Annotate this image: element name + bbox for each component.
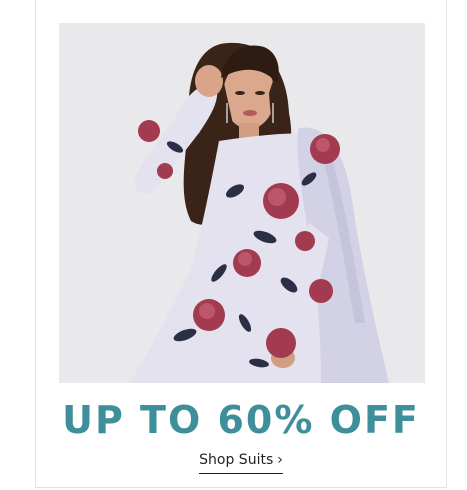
model-illustration: [59, 23, 425, 383]
chevron-right-icon: ›: [277, 452, 283, 468]
promo-headline: UP TO 60% OFF: [62, 398, 420, 442]
cta-wrapper: Shop Suits ›: [36, 449, 446, 474]
shop-suits-link[interactable]: Shop Suits ›: [199, 449, 283, 474]
model-photo[interactable]: [59, 23, 425, 383]
promo-card[interactable]: UP TO 60% OFF Shop Suits ›: [35, 0, 447, 488]
shop-suits-label: Shop Suits: [199, 452, 274, 468]
